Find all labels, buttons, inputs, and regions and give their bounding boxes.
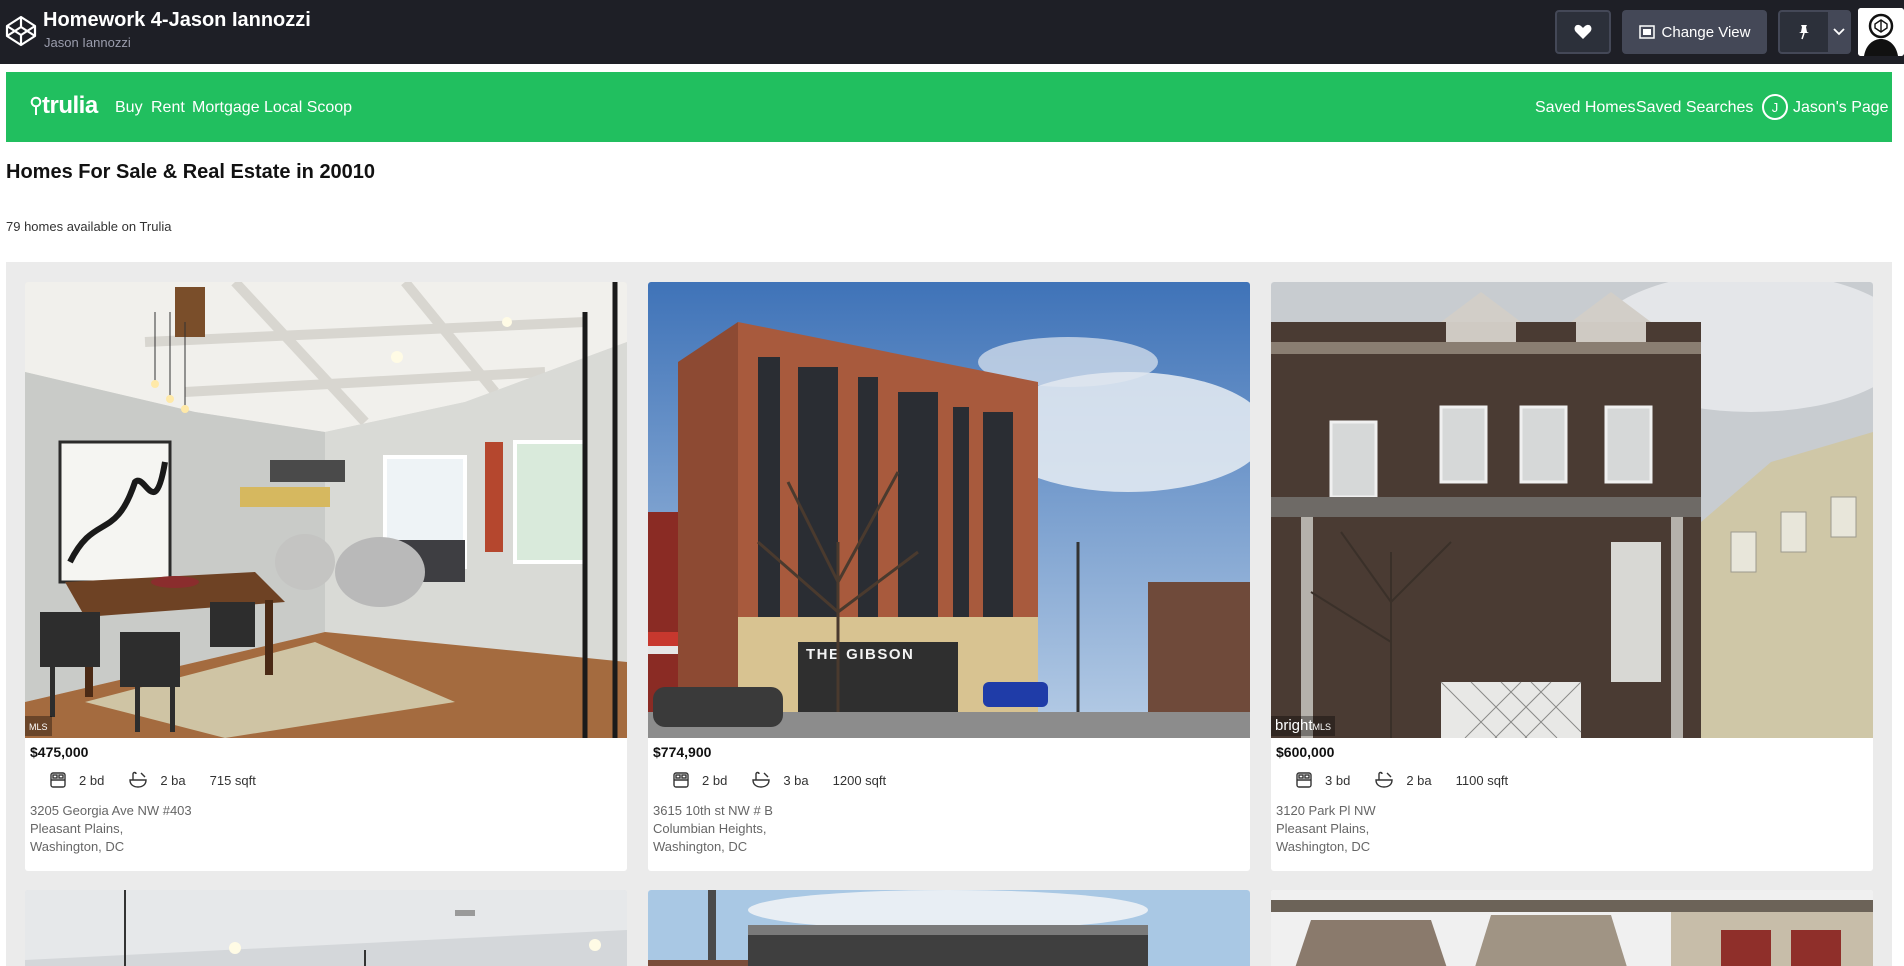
listing-card[interactable] bbox=[648, 890, 1250, 966]
address-street: 3205 Georgia Ave NW #403 bbox=[30, 803, 192, 818]
listing-photo[interactable]: brightMLS bbox=[1271, 282, 1873, 738]
listing-specs: 2 bd 3 ba 1200 sqft bbox=[672, 768, 910, 792]
listing-price: $774,900 bbox=[653, 744, 712, 760]
baths-value: 2 ba bbox=[160, 772, 186, 788]
pin-button-group bbox=[1778, 10, 1851, 54]
listing-photo[interactable] bbox=[1271, 890, 1873, 966]
user-avatar[interactable] bbox=[1858, 8, 1904, 56]
address-street: 3120 Park Pl NW bbox=[1276, 803, 1376, 818]
nav-saved-searches[interactable]: Saved Searches bbox=[1636, 99, 1753, 117]
beds-value: 3 bd bbox=[1325, 772, 1351, 788]
svg-text:THE GIBSON: THE GIBSON bbox=[806, 646, 914, 663]
nav-rent[interactable]: Rent bbox=[151, 99, 185, 117]
baths-value: 2 ba bbox=[1406, 772, 1432, 788]
page-title: Homes For Sale & Real Estate in 20010 bbox=[6, 161, 376, 183]
change-view-icon bbox=[1638, 25, 1655, 39]
beds-value: 2 bd bbox=[79, 772, 105, 788]
heart-icon bbox=[1574, 24, 1592, 39]
address-neighborhood: Pleasant Plains, bbox=[30, 821, 124, 836]
listing-card[interactable]: THE GIBSON $774,900 2 bd 3 ba 1200 sqft … bbox=[648, 282, 1250, 871]
baths-spec: 2 ba bbox=[1374, 771, 1432, 789]
beds-spec: 2 bd bbox=[672, 771, 727, 789]
address-neighborhood: Pleasant Plains, bbox=[1276, 821, 1370, 836]
user-initial-avatar[interactable]: J bbox=[1762, 94, 1788, 120]
beds-value: 2 bd bbox=[702, 772, 728, 788]
mls-badge: brightMLS bbox=[1271, 716, 1336, 736]
beds-spec: 2 bd bbox=[49, 771, 104, 789]
nav-saved-homes[interactable]: Saved Homes bbox=[1535, 99, 1636, 117]
mls-badge: MLS bbox=[25, 716, 52, 736]
nav-users-page[interactable]: Jason's Page bbox=[1793, 99, 1889, 117]
pin-icon bbox=[1799, 25, 1809, 40]
bed-icon bbox=[1296, 772, 1312, 788]
listing-price: $600,000 bbox=[1276, 744, 1335, 760]
beds-spec: 3 bd bbox=[1295, 771, 1350, 789]
pin-dropdown-button[interactable] bbox=[1828, 12, 1849, 52]
nav-local-scoop[interactable]: Local Scoop bbox=[264, 99, 352, 117]
address-neighborhood: Columbian Heights, bbox=[653, 821, 767, 836]
love-button[interactable] bbox=[1555, 10, 1611, 54]
listing-address[interactable]: 3120 Park Pl NW Pleasant Plains, Washing… bbox=[1276, 802, 1376, 856]
pin-button[interactable] bbox=[1780, 12, 1828, 52]
results-grid: MLS $475,000 2 bd 2 ba 715 sqft 3205 Geo… bbox=[6, 262, 1892, 966]
sqft-spec: 1100 sqft bbox=[1456, 773, 1509, 788]
bathtub-icon bbox=[1375, 771, 1394, 788]
trulia-logo-text: trulia bbox=[42, 92, 98, 119]
nav-mortgage[interactable]: Mortgage bbox=[192, 99, 260, 117]
listing-specs: 3 bd 2 ba 1100 sqft bbox=[1295, 768, 1532, 792]
sqft-value: 1100 sqft bbox=[1455, 772, 1509, 788]
chevron-down-icon bbox=[1832, 28, 1845, 36]
listing-address[interactable]: 3205 Georgia Ave NW #403 Pleasant Plains… bbox=[30, 802, 192, 856]
change-view-label: Change View bbox=[1661, 23, 1751, 41]
listing-card[interactable] bbox=[25, 890, 627, 966]
address-city: Washington, DC bbox=[1276, 839, 1371, 854]
bathtub-icon bbox=[129, 771, 148, 788]
codepen-logo-icon[interactable] bbox=[4, 14, 38, 48]
address-city: Washington, DC bbox=[30, 839, 125, 854]
trulia-logo[interactable]: trulia bbox=[30, 92, 98, 120]
pen-title[interactable]: Homework 4-Jason Iannozzi bbox=[43, 9, 311, 32]
listing-price: $475,000 bbox=[30, 744, 89, 760]
listing-address[interactable]: 3615 10th st NW # B Columbian Heights, W… bbox=[653, 802, 773, 856]
listing-photo[interactable] bbox=[25, 890, 627, 966]
location-pin-icon bbox=[30, 96, 42, 115]
baths-spec: 3 ba bbox=[751, 771, 809, 789]
address-street: 3615 10th st NW # B bbox=[653, 803, 773, 818]
baths-spec: 2 ba bbox=[128, 771, 186, 789]
bed-icon bbox=[673, 772, 689, 788]
listing-photo[interactable]: THE GIBSON bbox=[648, 282, 1250, 738]
nav-buy[interactable]: Buy bbox=[115, 99, 143, 117]
trulia-navbar: trulia Buy Rent Mortgage Local Scoop Sav… bbox=[6, 72, 1892, 142]
listing-card[interactable]: brightMLS $600,000 3 bd 2 ba 1100 sqft 3… bbox=[1271, 282, 1873, 871]
listing-specs: 2 bd 2 ba 715 sqft bbox=[49, 768, 280, 792]
bathtub-icon bbox=[752, 771, 771, 788]
codepen-header: Homework 4-Jason Iannozzi Jason Iannozzi… bbox=[0, 0, 1904, 64]
listing-card[interactable]: MLS $475,000 2 bd 2 ba 715 sqft 3205 Geo… bbox=[25, 282, 627, 871]
sqft-value: 715 sqft bbox=[209, 772, 256, 788]
listing-photo[interactable] bbox=[648, 890, 1250, 966]
address-city: Washington, DC bbox=[653, 839, 748, 854]
bed-icon bbox=[50, 772, 66, 788]
sqft-spec: 1200 sqft bbox=[833, 773, 887, 788]
pen-author[interactable]: Jason Iannozzi bbox=[44, 35, 131, 50]
listing-card[interactable] bbox=[1271, 890, 1873, 966]
listing-photo[interactable]: MLS bbox=[25, 282, 627, 738]
baths-value: 3 ba bbox=[783, 772, 809, 788]
results-count: 79 homes available on Trulia bbox=[6, 219, 172, 234]
change-view-button[interactable]: Change View bbox=[1622, 10, 1767, 54]
sqft-value: 1200 sqft bbox=[832, 772, 887, 788]
sqft-spec: 715 sqft bbox=[210, 773, 256, 788]
